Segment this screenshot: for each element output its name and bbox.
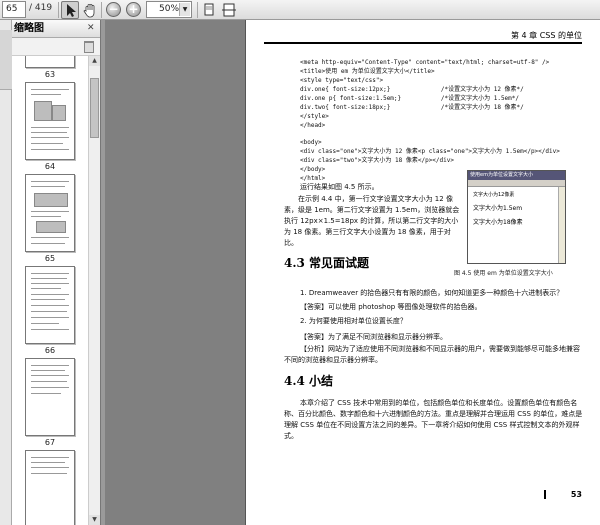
thumbnail-scrollbar[interactable]: ▲ ▼: [88, 56, 100, 525]
code-block: <meta http-equiv="Content-Type" content=…: [300, 59, 550, 129]
section-heading: 4.4 小结: [284, 374, 334, 388]
toolbar: 65 / 419 − + 50% ▼: [0, 0, 600, 20]
answer-text: 【答案】可以使用 photoshop 等图像处理软件的拾色器。: [300, 303, 482, 311]
toolbar-separator: [101, 2, 102, 18]
tab-thumbnails[interactable]: [0, 30, 12, 90]
thumbnail-page[interactable]: [25, 450, 75, 525]
close-icon[interactable]: ✕: [87, 23, 97, 33]
thumbnail-page[interactable]: [25, 82, 75, 160]
cursor-arrow-icon: [67, 4, 76, 17]
body-text: 在示例 4.4 中，第一行文字设置文字大小为 12 像素，级是 1em。第二行文…: [284, 195, 460, 247]
thumbnail-page[interactable]: [25, 358, 75, 436]
thumbnail-label: 63: [44, 70, 56, 79]
page-number-divider: [544, 490, 546, 499]
trash-icon[interactable]: [84, 41, 94, 53]
zoom-select[interactable]: 50% ▼: [146, 1, 192, 18]
section-heading: 4.3 常见面试题: [284, 256, 370, 270]
thumbnail-panel: 缩略图 ✕ 63 64 65 66 67 ▲ ▼: [12, 20, 100, 525]
page-total-label: / 419: [29, 3, 53, 13]
thumbnail-label: 64: [44, 162, 56, 171]
browser-line: 文字大小为1.5em: [473, 205, 523, 212]
scroll-down-icon[interactable]: ▼: [89, 515, 100, 525]
zoom-value: 50%: [159, 4, 180, 14]
browser-scrollbar: [558, 187, 565, 263]
select-tool-button[interactable]: [61, 1, 79, 19]
document-page: 第 4 章 CSS 的单位 <meta http-equiv="Content-…: [246, 20, 600, 525]
thumbnail-page[interactable]: [25, 266, 75, 344]
answer-analysis-text: 【分析】网站为了适应使用不同浏览器和不同显示器的用户，需要做到能够尽可能多地兼容…: [284, 345, 580, 364]
figure-caption: 图 4.5 使用 em 为单位设置文字大小: [454, 270, 553, 277]
zoom-out-button[interactable]: −: [106, 2, 121, 17]
zoom-in-button[interactable]: +: [126, 2, 141, 17]
fit-width-icon: [222, 3, 236, 17]
page-number-input[interactable]: 65: [2, 1, 26, 18]
thumbnail-label: 66: [44, 346, 56, 355]
scrollbar-thumb[interactable]: [90, 78, 99, 138]
toolbar-separator: [58, 2, 59, 18]
browser-toolbar: [468, 180, 565, 187]
page-header: 第 4 章 CSS 的单位: [264, 30, 582, 44]
thumbnail-label: 67: [44, 438, 56, 447]
hand-tool-button[interactable]: [81, 1, 99, 19]
panel-splitter[interactable]: [100, 20, 105, 525]
thumbnail-list: 63 64 65 66 67: [12, 56, 88, 525]
plus-icon: +: [128, 2, 139, 16]
thumbnail-label: 65: [44, 254, 56, 263]
body-text: 运行结果如图 4.5 所示。: [300, 183, 379, 191]
chevron-down-icon[interactable]: ▼: [179, 3, 190, 16]
fit-page-button[interactable]: [200, 1, 218, 19]
answer-text: 【答案】为了满足不同浏览器和显示器分辨率。: [300, 333, 447, 341]
browser-line: 文字大小为18像素: [473, 219, 523, 226]
figure-browser-window: 使用em为单位设置文字大小 文字大小为12像素 文字大小为1.5em 文字大小为…: [467, 170, 566, 264]
question-text: 1. Dreamweaver 的拾色器只有有限的颜色，如何知道更多一种颜色十六进…: [300, 289, 564, 297]
panel-header: 缩略图 ✕: [12, 20, 100, 38]
minus-icon: −: [108, 2, 119, 16]
panel-title: 缩略图: [14, 23, 44, 34]
summary-text: 本章介绍了 CSS 技术中常用到的单位，包括颜色单位和长度单位。设置颜色单位有颜…: [284, 399, 583, 440]
question-text: 2. 为何要使用相对单位设置长度？: [300, 317, 407, 325]
fit-width-button[interactable]: [220, 1, 238, 19]
browser-title: 使用em为单位设置文字大小: [468, 171, 565, 180]
toolbar-separator: [197, 2, 198, 18]
navigation-tabs-strip: [0, 20, 12, 525]
hand-icon: [83, 4, 95, 18]
page-number: 53: [570, 490, 582, 499]
panel-toolbar: [12, 38, 100, 56]
fit-page-icon: [204, 3, 214, 16]
thumbnail-page[interactable]: [25, 174, 75, 252]
browser-line: 文字大小为12像素: [473, 192, 515, 198]
scroll-up-icon[interactable]: ▲: [89, 56, 100, 66]
thumbnail-page[interactable]: [25, 56, 75, 68]
